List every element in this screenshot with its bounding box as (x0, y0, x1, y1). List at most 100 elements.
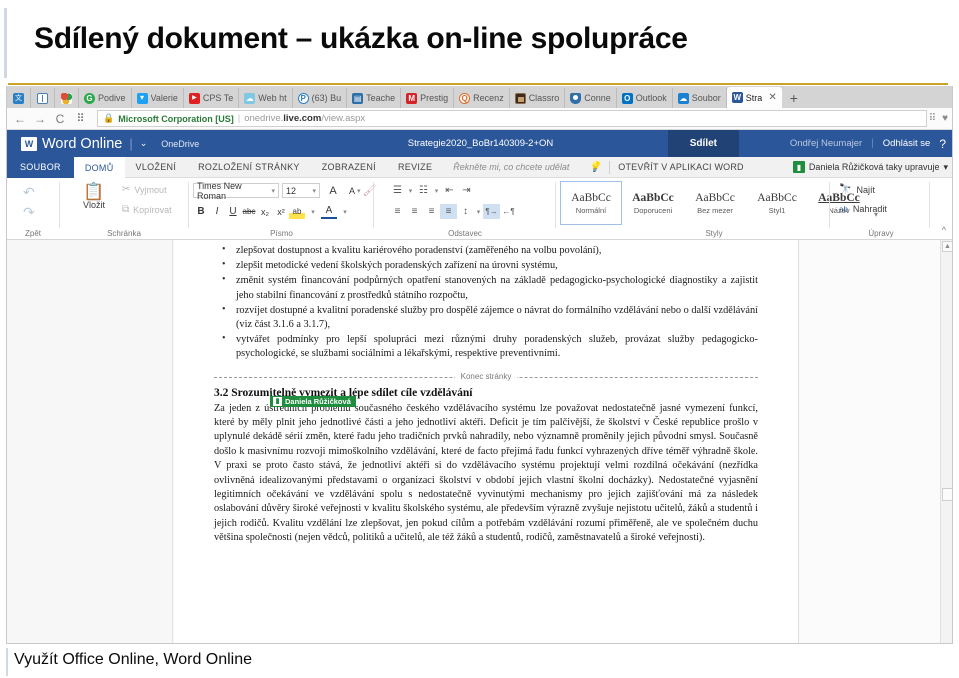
browser-tab[interactable]: Recenz (454, 88, 510, 108)
align-right-button[interactable]: ≡ (423, 204, 440, 219)
left-to-right-button[interactable]: ¶→ (483, 204, 500, 219)
subscript-button[interactable]: x₂ (257, 204, 273, 219)
heart-icon[interactable]: ♥ (942, 113, 948, 124)
browser-tab[interactable]: Teache (347, 88, 402, 108)
browser-tab[interactable]: Conne (565, 88, 617, 108)
line-spacing-button[interactable]: ↕ (457, 204, 474, 219)
tab-label: CPS Te (202, 93, 234, 103)
cloud-icon (244, 92, 256, 104)
font-color-button[interactable]: A (321, 204, 337, 219)
browser-tab[interactable]: Web ht (239, 88, 293, 108)
tab-zobrazeni[interactable]: ZOBRAZENÍ (311, 157, 387, 178)
pinned-tab-palette[interactable] (55, 88, 79, 108)
tab-rozlozeni-stranky[interactable]: ROZLOŽENÍ STRÁNKY (187, 157, 311, 178)
numbering-button[interactable]: ☷ (415, 183, 432, 198)
new-tab-button[interactable]: + (782, 88, 806, 108)
browser-tab[interactable]: Classro (509, 88, 566, 108)
increase-indent-button[interactable]: ⇥ (458, 183, 475, 198)
search-circle-icon (459, 92, 471, 104)
chevron-down-icon[interactable]: ▾ (432, 183, 441, 198)
storage-location-label[interactable]: OneDrive (161, 139, 199, 149)
browser-tab-active[interactable]: Stra ✕ (726, 87, 782, 108)
share-button[interactable]: Sdílet (667, 130, 739, 157)
copy-button[interactable]: ⧉ Kopírovat (122, 204, 172, 215)
undo-button[interactable]: ↶ (23, 184, 35, 201)
strikethrough-button[interactable]: abc (241, 204, 257, 219)
find-button[interactable]: 🔭 Najít (839, 184, 875, 195)
open-in-word-button[interactable]: OTEVŘÍT V APLIKACI WORD (618, 162, 743, 172)
browser-tab[interactable]: CPS Te (183, 88, 240, 108)
tab-label: Stra (745, 92, 763, 103)
chevron-down-icon[interactable]: ▾ (357, 187, 361, 195)
scroll-up-icon[interactable]: ▲ (942, 241, 952, 252)
redo-button[interactable]: ↷ (23, 204, 35, 221)
chevron-down-icon: ▾ (271, 187, 275, 195)
tab-vlozeni[interactable]: VLOŽENÍ (125, 157, 188, 178)
align-left-button[interactable]: ≡ (389, 204, 406, 219)
word-online-brand[interactable]: W Word Online (21, 136, 122, 152)
browser-tab[interactable]: Soubor (672, 88, 727, 108)
forward-icon[interactable]: → (31, 110, 49, 128)
font-name-select[interactable]: Times New Roman ▾ (193, 181, 279, 201)
coeditor-status[interactable]: ▮ Daniela Růžičková taky upravuje ▾ (792, 161, 948, 173)
chevron-down-icon[interactable]: ▾ (943, 162, 948, 173)
back-icon[interactable]: ← (11, 110, 29, 128)
vertical-scrollbar[interactable]: ▲ (940, 240, 952, 643)
ribbon-toolbar: ↶ ↷ Zpět 📋 Vložit ✂ Vyjmout ⧉ Kopírovat (7, 178, 952, 240)
browser-tab[interactable]: (63) Bu (292, 88, 348, 108)
bullets-button[interactable]: ☰ (389, 183, 406, 198)
tab-domu[interactable]: DOMŮ (73, 156, 125, 178)
superscript-button[interactable]: x² (273, 204, 289, 219)
pinned-tab-layout[interactable] (31, 88, 55, 108)
paste-label: Vložit (82, 200, 105, 210)
italic-button[interactable]: I (209, 204, 225, 219)
apps-grid-icon[interactable]: ⠿ (71, 110, 89, 128)
replace-button[interactable]: ab Nahradit (839, 204, 887, 214)
style-normalni[interactable]: AaBbCc Normální (560, 181, 622, 225)
browser-tab[interactable]: Valerie (131, 88, 184, 108)
apps-grid-icon[interactable]: ⠿ (929, 113, 936, 124)
align-justify-button[interactable]: ≡ (440, 204, 457, 219)
list-item: zlepšovat dostupnost a kvalitu kariérové… (214, 243, 758, 258)
sign-out-link[interactable]: Odhlásit se (883, 138, 931, 149)
collapse-ribbon-button[interactable]: ^ (942, 225, 946, 235)
tell-me-search[interactable]: Řekněte mi, co chcete udělat 💡 (453, 160, 601, 175)
bold-button[interactable]: B (193, 204, 209, 219)
help-icon[interactable]: ? (939, 137, 946, 151)
format-painter-icon[interactable]: 🖌 (363, 184, 377, 197)
outlook-icon (621, 92, 633, 104)
style-doporuceni[interactable]: AaBbCc Doporuceni (622, 181, 684, 225)
font-size-select[interactable]: 12 ▾ (282, 183, 320, 198)
photo-icon (514, 92, 526, 104)
paste-button[interactable]: 📋 Vložit (74, 182, 114, 210)
right-to-left-button[interactable]: ←¶ (500, 204, 517, 219)
browser-tab[interactable]: Outlook (616, 88, 673, 108)
cut-button[interactable]: ✂ Vyjmout (122, 184, 167, 195)
browser-tab[interactable]: Prestig (401, 88, 455, 108)
url-input[interactable]: 🔒 Microsoft Corporation [US] | onedrive.… (97, 110, 927, 127)
align-center-button[interactable]: ≡ (406, 204, 423, 219)
reload-icon[interactable]: C (51, 110, 69, 128)
chevron-down-icon[interactable]: ▾ (305, 204, 321, 219)
chevron-down-icon[interactable]: ▾ (474, 204, 483, 219)
copy-icon: ⧉ (122, 204, 130, 215)
document-page[interactable]: zlepšovat dostupnost a kvalitu kariérové… (174, 240, 799, 643)
chevron-down-icon[interactable]: ⌄ (140, 138, 148, 149)
scrollbar-thumb[interactable] (942, 488, 952, 501)
highlight-button[interactable]: ab (289, 204, 305, 219)
tab-revize[interactable]: REVIZE (387, 157, 443, 178)
decrease-indent-button[interactable]: ⇤ (441, 183, 458, 198)
binoculars-icon: 🔭 (839, 184, 852, 195)
chevron-down-icon[interactable]: ▾ (337, 204, 353, 219)
style-name: Doporuceni (633, 205, 673, 215)
chevron-down-icon[interactable]: ▾ (406, 183, 415, 198)
collaborator-name-tag[interactable]: ▮ Daniela Růžičková (270, 395, 356, 407)
underline-button[interactable]: U (225, 204, 241, 219)
close-icon[interactable]: ✕ (768, 92, 776, 103)
grow-font-button[interactable]: A (325, 183, 341, 198)
style-styl1[interactable]: AaBbCc Styl1 (746, 181, 808, 225)
pinned-tab-translate[interactable] (7, 88, 31, 108)
tab-soubor[interactable]: SOUBOR (7, 156, 74, 178)
style-bez-mezer[interactable]: AaBbCc Bez mezer (684, 181, 746, 225)
browser-tab[interactable]: Podive (79, 88, 132, 108)
